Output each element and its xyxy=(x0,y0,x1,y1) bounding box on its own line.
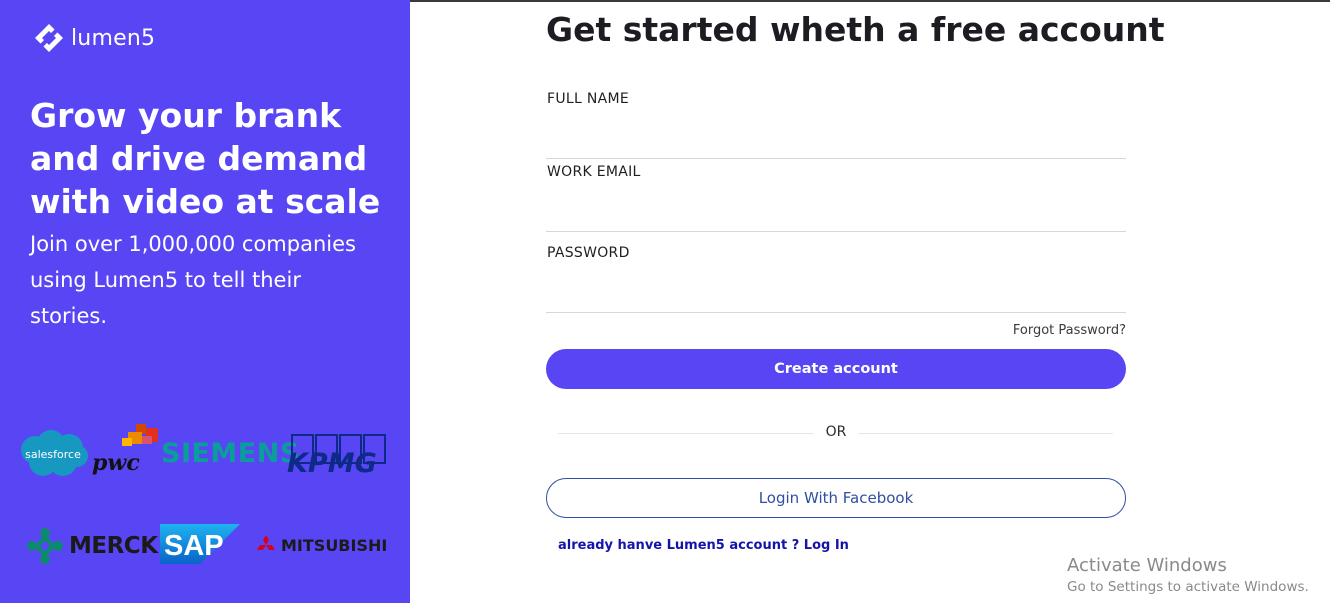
login-link[interactable]: already hanve Lumen5 account ? Log In xyxy=(558,538,849,553)
password-label: PASSWORD xyxy=(547,245,630,261)
watermark-subtitle: Go to Settings to activate Windows. xyxy=(1067,579,1309,595)
work-email-label: WORK EMAIL xyxy=(547,164,641,180)
create-account-button[interactable]: Create account xyxy=(546,349,1126,389)
mitsubishi-logo: MITSUBISHI xyxy=(256,535,387,555)
siemens-logo: SIEMENS xyxy=(161,438,300,469)
full-name-input[interactable] xyxy=(546,125,1126,159)
hero-subline: Join over 1,000,000 companies using Lume… xyxy=(30,232,356,328)
full-name-label: FULL NAME xyxy=(547,91,630,107)
top-border-line xyxy=(410,0,1330,2)
lumen5-logo-icon xyxy=(35,24,63,52)
sap-badge-icon: SAP xyxy=(160,524,240,564)
page-title: Get started wheth a free account xyxy=(546,10,1165,49)
divider-line-left xyxy=(558,433,814,434)
mitsubishi-logo-text: MITSUBISHI xyxy=(281,535,388,555)
password-input[interactable] xyxy=(546,279,1126,313)
divider-line-right xyxy=(858,433,1113,434)
mitsubishi-diamonds-icon xyxy=(257,535,275,550)
forgot-password-link[interactable]: Forgot Password? xyxy=(986,323,1126,338)
watermark-title: Activate Windows xyxy=(1067,555,1227,576)
svg-text:SAP: SAP xyxy=(164,530,224,562)
kpmg-logo-text: KPMG xyxy=(287,448,377,479)
windows-activation-watermark: Activate Windows Go to Settings to activ… xyxy=(1067,555,1309,595)
hero-headline: Grow your brank and drive demand with vi… xyxy=(30,96,381,221)
pwc-logo-text: pwc xyxy=(92,450,140,476)
kpmg-logo: KPMG xyxy=(287,434,387,479)
brand-logo[interactable]: lumen5 xyxy=(33,22,155,54)
marketing-panel: lumen5 Grow your brank and drive demand … xyxy=(0,0,410,603)
work-email-input[interactable] xyxy=(546,198,1126,232)
salesforce-logo-text: salesforce xyxy=(25,447,81,461)
facebook-login-button[interactable]: Login With Facebook xyxy=(546,478,1126,518)
merck-mark-icon xyxy=(27,528,63,564)
divider-or-text: OR xyxy=(825,424,847,440)
merck-logo-text: MERCK xyxy=(69,533,158,559)
merck-logo: MERCK xyxy=(27,528,158,564)
brand-name: lumen5 xyxy=(71,25,156,51)
salesforce-logo: salesforce xyxy=(17,428,89,480)
pwc-logo: pwc xyxy=(92,424,162,476)
sap-logo: SAP xyxy=(160,524,240,564)
